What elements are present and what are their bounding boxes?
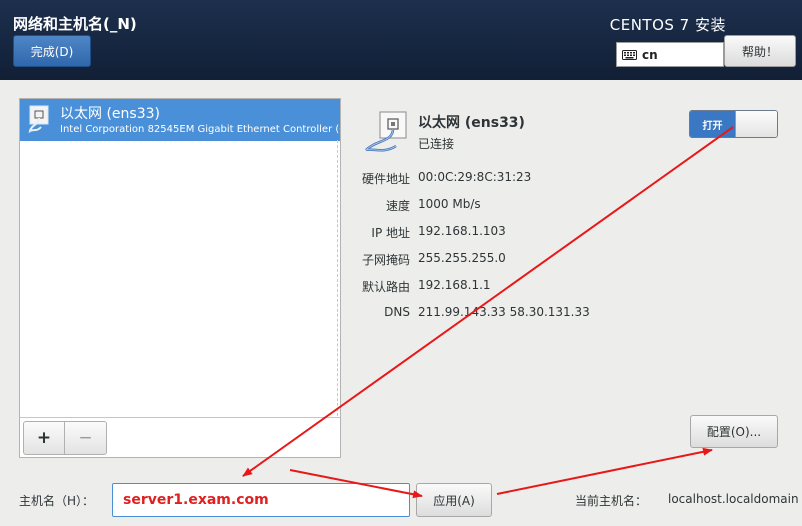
keyboard-layout-indicator[interactable]: cn	[616, 42, 724, 67]
configure-button[interactable]: 配置(O)...	[690, 415, 778, 448]
connection-status: 已连接	[418, 137, 455, 151]
add-device-button[interactable]: +	[24, 422, 66, 454]
default-route-value: 192.168.1.1	[418, 278, 491, 292]
keyboard-icon	[622, 49, 637, 60]
list-item[interactable]: 以太网 (ens33) Intel Corporation 82545EM Gi…	[20, 99, 340, 141]
ethernet-icon	[28, 105, 49, 134]
help-button[interactable]: 帮助！	[724, 35, 796, 67]
product-title: CENTOS 7 安装	[609, 16, 726, 34]
keyboard-layout-label: cn	[642, 47, 658, 62]
done-button[interactable]: 完成(D)	[13, 35, 91, 67]
subnet-mask-label: 子网掩码	[361, 253, 410, 267]
hardware-address-label: 硬件地址	[361, 172, 410, 186]
device-button-group: + −	[23, 421, 107, 455]
ip-address-label: IP 地址	[371, 226, 410, 240]
annotation-arrow	[496, 447, 713, 495]
network-device-list: 以太网 (ens33) Intel Corporation 82545EM Gi…	[19, 98, 341, 458]
remove-device-button[interactable]: −	[65, 422, 106, 454]
ip-address-value: 192.168.1.103	[418, 224, 506, 238]
subnet-mask-value: 255.255.255.0	[418, 251, 506, 265]
toggle-knob[interactable]	[735, 111, 777, 137]
dns-label: DNS	[384, 305, 410, 319]
device-description: Intel Corporation 82545EM Gigabit Ethern…	[60, 124, 340, 135]
hostname-input[interactable]	[112, 483, 410, 517]
hardware-address-value: 00:0C:29:8C:31:23	[418, 170, 532, 184]
header-bar: 网络和主机名(_N) 完成(D) CENTOS 7 安装	[0, 0, 802, 80]
device-name: 以太网 (ens33)	[60, 106, 160, 122]
detail-device-name: 以太网 (ens33)	[418, 115, 525, 131]
dns-value: 211.99.143.33 58.30.131.33	[418, 305, 590, 319]
apply-button[interactable]: 应用(A)	[416, 483, 492, 517]
hostname-label: 主机名（H）：	[19, 494, 95, 508]
list-divider	[20, 417, 340, 418]
speed-value: 1000 Mb/s	[418, 197, 481, 211]
current-hostname-value: localhost.localdomain	[668, 492, 799, 506]
page-title: 网络和主机名(_N)	[13, 15, 137, 33]
default-route-label: 默认路由	[361, 280, 410, 294]
ethernet-large-icon	[365, 111, 407, 152]
toggle-on-label: 打开	[690, 111, 735, 137]
current-hostname-label: 当前主机名：	[575, 494, 648, 508]
connection-toggle[interactable]: 打开	[689, 110, 778, 138]
speed-label: 速度	[385, 199, 410, 213]
